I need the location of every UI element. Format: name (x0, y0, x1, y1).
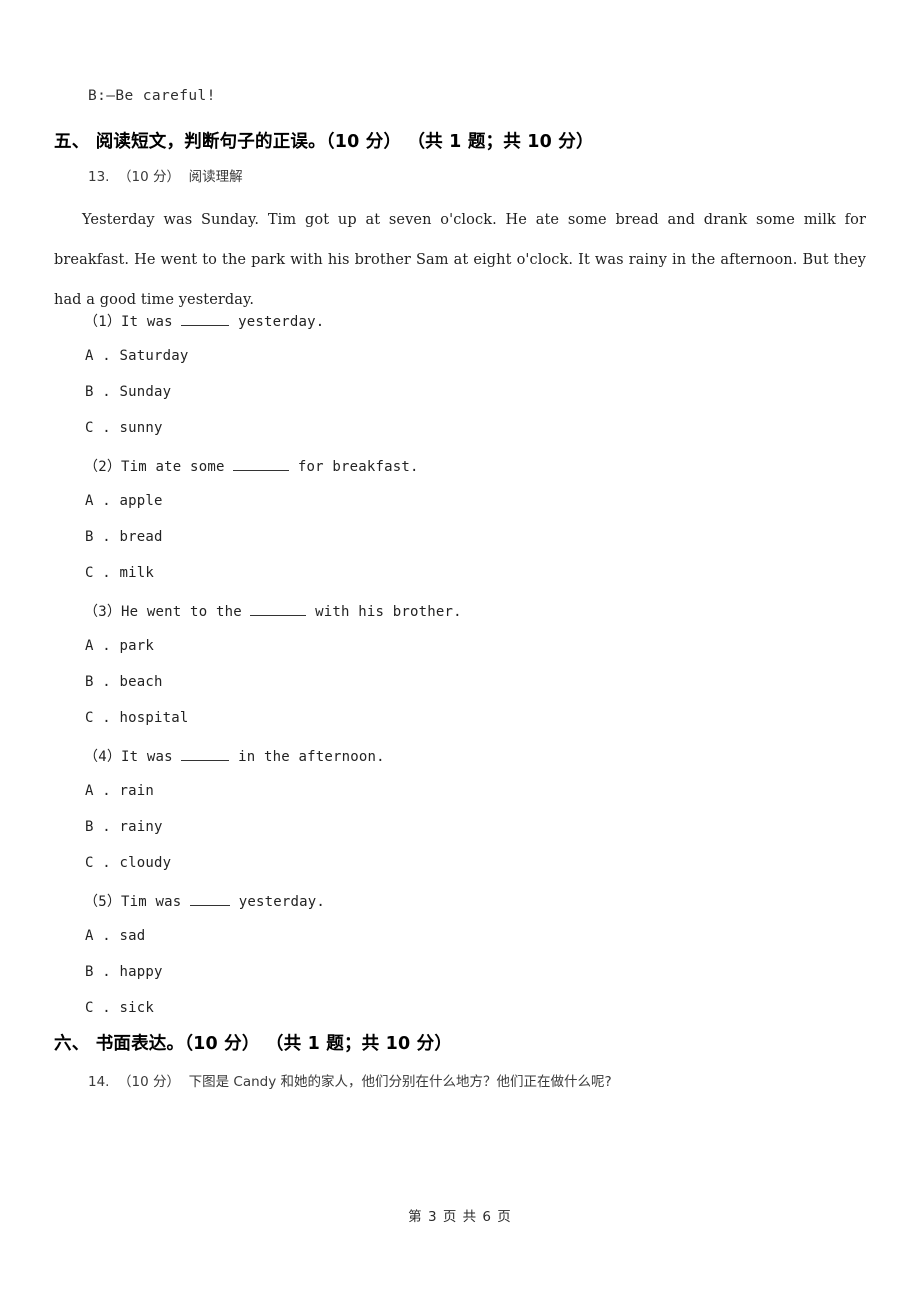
question-2-stem: （2）Tim ate some for breakfast. (84, 456, 419, 476)
question-1-answer-blank[interactable] (181, 325, 230, 326)
page-footer: 第 3 页 共 6 页 (408, 1209, 512, 1225)
question-5-stem: （5）Tim was yesterday. (84, 891, 325, 911)
question-5-option-c[interactable]: C . sick (85, 1000, 154, 1016)
question-1-option-b[interactable]: B . Sunday (85, 384, 171, 400)
question-4-option-a[interactable]: A . rain (85, 783, 154, 799)
question-4-option-c[interactable]: C . cloudy (85, 855, 171, 871)
question-3-option-b[interactable]: B . beach (85, 674, 163, 690)
question-1-stem-after: yesterday. (229, 314, 325, 330)
question-5-stem-after: yesterday. (230, 894, 325, 910)
question-3-stem: （3）He went to the with his brother. (84, 601, 462, 621)
question-13-header: 13. （10 分） 阅读理解 (88, 169, 243, 185)
question-2-number: （2） (84, 459, 122, 475)
question-4-stem-after: in the afternoon. (229, 749, 385, 765)
composition-answer-area[interactable] (54, 1100, 866, 1190)
question-1-stem-before: It was (121, 314, 182, 330)
question-4-answer-blank[interactable] (181, 760, 230, 761)
question-1-stem: （1）It was yesterday. (84, 311, 324, 331)
question-5-number: （5） (84, 894, 122, 910)
question-3-stem-before: He went to the (121, 604, 251, 620)
previous-answer-line: B:—Be careful! (88, 88, 216, 104)
section-heading-five: 五、 阅读短文，判断句子的正误。（10 分） （共 1 题；共 10 分） (54, 132, 594, 152)
question-2-option-c[interactable]: C . milk (85, 565, 154, 581)
question-2-stem-before: Tim ate some (121, 459, 234, 475)
question-4-option-b[interactable]: B . rainy (85, 819, 163, 835)
question-3-number: （3） (84, 604, 122, 620)
question-4-stem-before: It was (121, 749, 182, 765)
question-4-stem: （4）It was in the afternoon. (84, 746, 385, 766)
question-3-option-c[interactable]: C . hospital (85, 710, 189, 726)
question-2-stem-after: for breakfast. (289, 459, 419, 475)
question-2-option-a[interactable]: A . apple (85, 493, 163, 509)
question-1-option-c[interactable]: C . sunny (85, 420, 163, 436)
reading-passage: Yesterday was Sunday. Tim got up at seve… (54, 212, 866, 308)
question-1-number: （1） (84, 314, 122, 330)
question-14-header: 14. （10 分） 下图是 Candy 和她的家人，他们分别在什么地方？他们正… (88, 1074, 612, 1090)
question-2-option-b[interactable]: B . bread (85, 529, 163, 545)
question-1-option-a[interactable]: A . Saturday (85, 348, 189, 364)
exam-page: B:—Be careful! 五、 阅读短文，判断句子的正误。（10 分） （共… (0, 0, 920, 1302)
question-5-stem-before: Tim was (121, 894, 191, 910)
question-5-option-b[interactable]: B . happy (85, 964, 163, 980)
question-5-answer-blank[interactable] (190, 905, 231, 906)
question-3-option-a[interactable]: A . park (85, 638, 154, 654)
section-heading-six: 六、 书面表达。（10 分） （共 1 题；共 10 分） (54, 1034, 453, 1054)
question-4-number: （4） (84, 749, 122, 765)
question-2-answer-blank[interactable] (233, 470, 290, 471)
question-3-stem-after: with his brother. (306, 604, 462, 620)
question-3-answer-blank[interactable] (250, 615, 307, 616)
question-5-option-a[interactable]: A . sad (85, 928, 145, 944)
